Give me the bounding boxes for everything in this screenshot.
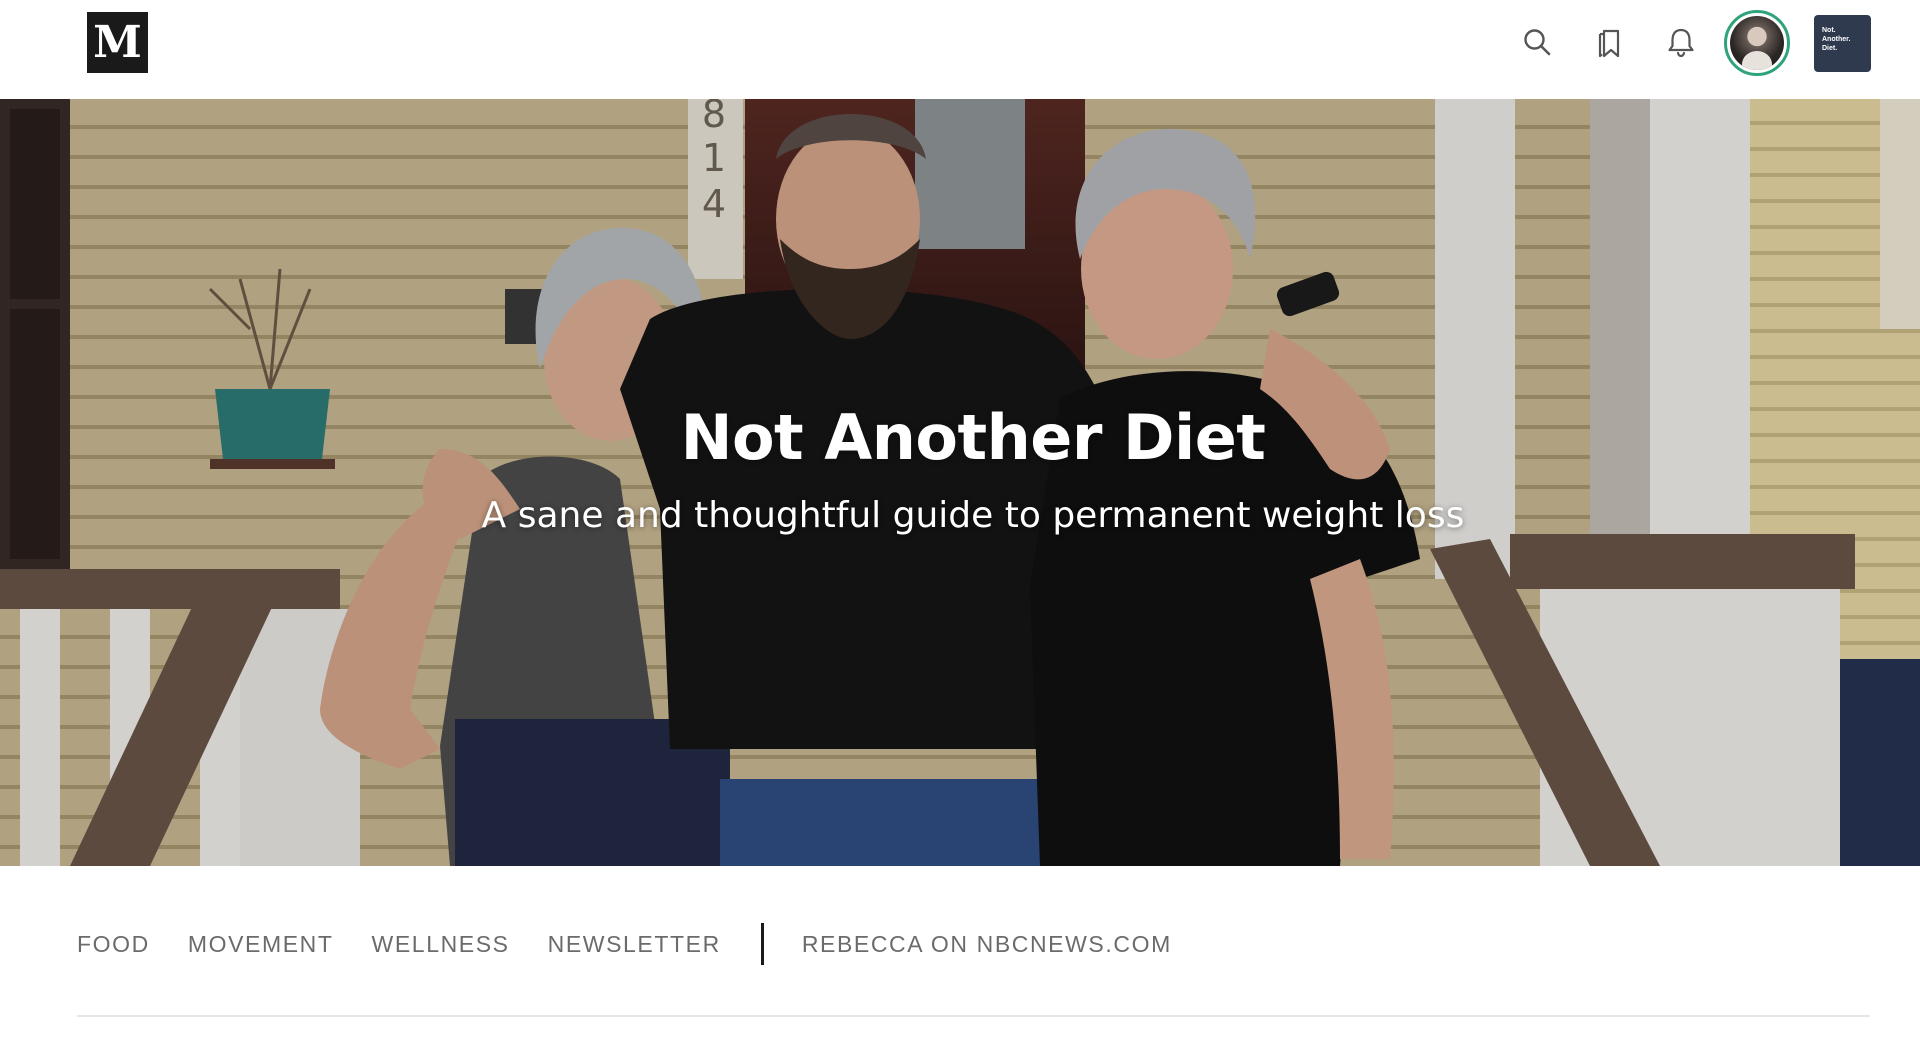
bookmarks-button[interactable] [1588,20,1632,64]
nav-item-newsletter[interactable]: NEWSLETTER [548,931,721,958]
nav-link-nbcnews[interactable]: REBECCA ON NBCNEWS.COM [802,931,1172,958]
avatar [1730,16,1784,70]
search-button[interactable] [1515,20,1559,64]
bookmark-icon [1598,29,1620,58]
bell-icon [1668,28,1694,58]
nav-item-wellness[interactable]: WELLNESS [372,931,510,958]
publication-tagline: A sane and thoughtful guide to permanent… [481,495,1465,536]
publication-badge[interactable]: Not. Another. Diet. [1814,15,1871,72]
nav-item-food[interactable]: FOOD [77,931,150,958]
nav-item-movement[interactable]: MOVEMENT [188,931,334,958]
medium-logo[interactable]: M [87,12,148,73]
publication-nav: FOOD MOVEMENT WELLNESS NEWSLETTER REBECC… [77,920,1210,968]
notifications-button[interactable] [1659,20,1703,64]
hero-banner: 8 1 4 [0,99,1920,866]
nav-divider [760,923,764,965]
publication-title: Not Another Diet [680,401,1266,474]
section-divider [77,1015,1870,1017]
user-avatar-button[interactable] [1724,10,1790,76]
search-icon [1524,29,1551,56]
top-bar: M Not. Another. Diet. [0,0,1920,99]
hero-text: Not Another Diet A sane and thoughtful g… [0,99,1920,866]
